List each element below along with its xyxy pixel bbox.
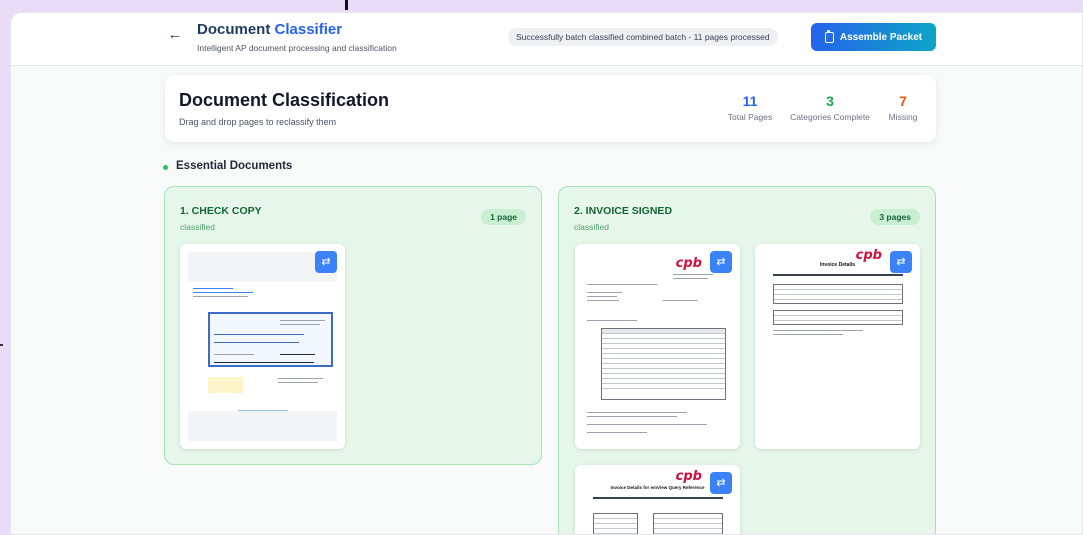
cpb-logo: cpb [855, 248, 882, 263]
clipboard-icon [824, 29, 834, 43]
app-title: Document Classifier [197, 21, 342, 38]
stat-missing: 7 Missing [883, 93, 923, 122]
page-thumbnail[interactable]: ⇄ cpb [575, 244, 740, 449]
section-status-dot [163, 165, 168, 170]
preview-text-line [193, 292, 253, 293]
category-title: 2. INVOICE SIGNED [574, 205, 673, 217]
arrow-left-icon[interactable]: ← [167, 27, 183, 43]
category-panel-check-copy[interactable]: 1. CHECK COPY classified 1 page ⇄ [164, 186, 542, 465]
stat-missing-value: 7 [899, 93, 907, 109]
page-thumbnail[interactable]: ⇄ [180, 244, 345, 449]
app-subtitle: Intelligent AP document processing and c… [197, 43, 397, 53]
swap-arrows-icon[interactable]: ⇄ [710, 251, 732, 273]
app-title-main: Document [197, 21, 275, 38]
edge-mark [0, 344, 3, 346]
check-image [208, 312, 333, 367]
category-title: 1. CHECK COPY [180, 205, 262, 217]
stat-complete-value: 3 [826, 93, 834, 109]
stat-complete-label: Categories Complete [790, 112, 870, 122]
page-thumbnail[interactable]: ⇄ cpb Invoice Details for emView Query R… [575, 465, 740, 534]
page-count-badge: 1 page [481, 209, 526, 225]
stat-missing-label: Missing [888, 112, 918, 122]
page-thumbnail[interactable]: ⇄ cpb Invoice Details [755, 244, 920, 449]
cursor-bar [345, 0, 348, 10]
category-status: classified [574, 222, 609, 232]
stat-total-pages: 11 Total Pages [726, 93, 774, 122]
swap-arrows-icon[interactable]: ⇄ [710, 472, 732, 494]
stat-total-value: 11 [742, 93, 758, 109]
check-document-preview [188, 252, 337, 441]
stat-categories-complete: 3 Categories Complete [787, 93, 873, 122]
section-title: Essential Documents [176, 160, 293, 172]
stat-total-label: Total Pages [727, 112, 773, 122]
status-message: Successfully batch classified combined b… [508, 28, 778, 46]
summary-title: Document Classification [179, 90, 390, 110]
app-window: ← Document Classifier Intelligent AP doc… [10, 12, 1083, 535]
swap-arrows-icon[interactable]: ⇄ [890, 251, 912, 273]
assemble-packet-button[interactable]: Assemble Packet [811, 23, 936, 51]
category-status: classified [180, 222, 215, 232]
cpb-logo: cpb [675, 469, 702, 484]
swap-arrows-icon[interactable]: ⇄ [315, 251, 337, 273]
preview-text-line [193, 296, 248, 297]
invoice-details-preview: cpb Invoice Details [763, 248, 912, 441]
app-header: ← Document Classifier Intelligent AP doc… [11, 13, 1082, 66]
invoice-table [601, 328, 726, 400]
category-panel-invoice-signed[interactable]: 2. INVOICE SIGNED classified 3 pages ⇄ c… [558, 186, 936, 534]
sticky-note [208, 377, 243, 393]
preview-text-line [193, 288, 233, 289]
classification-summary-card: Document Classification Drag and drop pa… [165, 75, 936, 142]
summary-subtitle: Drag and drop pages to reclassify them [179, 117, 337, 127]
preview-bottom-band [188, 411, 337, 441]
cpb-logo: cpb [675, 256, 702, 271]
app-title-accent: Classifier [274, 21, 343, 38]
page-count-badge: 3 pages [870, 209, 920, 225]
assemble-packet-label: Assemble Packet [839, 31, 923, 43]
invoice-page-preview: cpb [583, 252, 732, 441]
